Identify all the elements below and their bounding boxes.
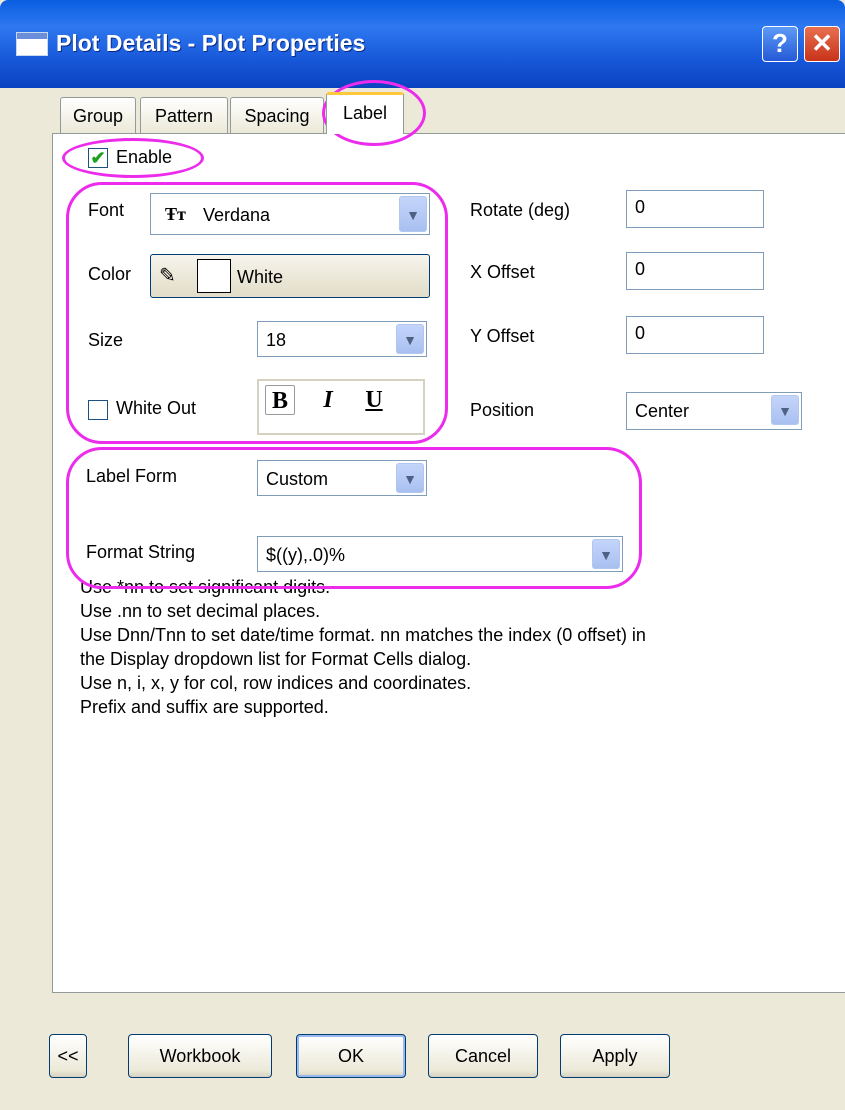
chevron-down-icon[interactable]: ▼ <box>396 324 424 354</box>
position-dropdown[interactable]: Center ▼ <box>626 392 802 430</box>
help-line: Use n, i, x, y for col, row indices and … <box>80 673 472 693</box>
x-offset-input[interactable]: 0 <box>626 252 764 290</box>
window-title: Plot Details - Plot Properties <box>56 30 366 56</box>
workbook-button[interactable]: Workbook <box>128 1034 272 1078</box>
truetype-font-icon: Ŧᴛ <box>165 204 186 224</box>
help-line: the Display dropdown list for Format Cel… <box>80 649 472 669</box>
text-style-group: B I U <box>257 379 425 435</box>
label-form-label: Label Form <box>86 466 178 486</box>
close-button[interactable]: ✕ <box>804 26 840 62</box>
color-value: White <box>237 267 284 287</box>
cancel-button[interactable]: Cancel <box>428 1034 538 1078</box>
font-dropdown[interactable]: Ŧᴛ Verdana ▼ <box>150 193 430 235</box>
position-value: Center <box>635 401 690 421</box>
help-button[interactable]: ? <box>762 26 798 62</box>
white-out-label: White Out <box>116 398 197 418</box>
font-label: Font <box>88 200 125 220</box>
ok-button[interactable]: OK <box>296 1034 406 1078</box>
tab-group[interactable]: Group <box>60 97 136 133</box>
help-line: Use .nn to set decimal places. <box>80 601 321 621</box>
help-line: Use Dnn/Tnn to set date/time format. nn … <box>80 625 646 645</box>
bold-button[interactable]: B <box>265 385 295 415</box>
chevron-down-icon[interactable]: ▼ <box>771 395 799 425</box>
font-value: Verdana <box>203 205 271 225</box>
underline-button[interactable]: U <box>359 385 389 415</box>
tab-pattern[interactable]: Pattern <box>140 97 228 133</box>
size-value: 18 <box>266 330 287 350</box>
pencil-icon: ✎ <box>159 265 176 287</box>
title-bar[interactable]: Plot Details - Plot Properties ? ✕ <box>0 0 845 88</box>
window-icon <box>16 32 48 56</box>
chevron-down-icon[interactable]: ▼ <box>399 196 427 232</box>
enable-checkbox[interactable]: ✔ <box>88 148 108 168</box>
color-swatch <box>197 259 231 293</box>
enable-label: Enable <box>116 147 173 167</box>
format-help-text: Use *nn to set significant digits. Use .… <box>80 575 646 719</box>
tab-spacing[interactable]: Spacing <box>230 97 324 133</box>
help-line: Prefix and suffix are supported. <box>80 697 329 717</box>
x-offset-label: X Offset <box>470 262 535 282</box>
collapse-button[interactable]: << <box>49 1034 87 1078</box>
format-string-value: $((y),.0)% <box>266 545 346 565</box>
label-form-value: Custom <box>266 469 329 489</box>
y-offset-input[interactable]: 0 <box>626 316 764 354</box>
rotate-input[interactable]: 0 <box>626 190 764 228</box>
y-offset-value: 0 <box>635 323 646 343</box>
format-string-combo[interactable]: $((y),.0)% ▼ <box>257 536 623 572</box>
size-label: Size <box>88 330 124 350</box>
color-label: Color <box>88 264 132 284</box>
chevron-down-icon[interactable]: ▼ <box>396 463 424 493</box>
x-offset-value: 0 <box>635 259 646 279</box>
italic-button[interactable]: I <box>313 385 343 415</box>
y-offset-label: Y Offset <box>470 326 535 346</box>
rotate-label: Rotate (deg) <box>470 200 571 220</box>
help-line: Use *nn to set significant digits. <box>80 577 331 597</box>
color-button[interactable]: ✎ White <box>150 254 430 298</box>
tab-label[interactable]: Label <box>326 92 404 134</box>
rotate-value: 0 <box>635 197 646 217</box>
checkmark-icon: ✔ <box>90 148 106 168</box>
format-string-label: Format String <box>86 542 196 562</box>
apply-button[interactable]: Apply <box>560 1034 670 1078</box>
size-dropdown[interactable]: 18 ▼ <box>257 321 427 357</box>
position-label: Position <box>470 400 535 420</box>
label-form-dropdown[interactable]: Custom ▼ <box>257 460 427 496</box>
white-out-checkbox[interactable] <box>88 400 108 420</box>
chevron-down-icon[interactable]: ▼ <box>592 539 620 569</box>
